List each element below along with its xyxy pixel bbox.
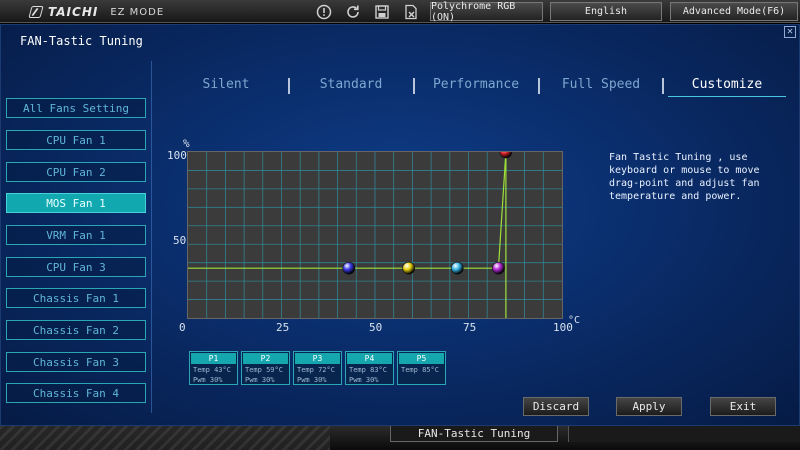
tab-full-speed[interactable]: Full Speed [551, 77, 651, 95]
tab-silent[interactable]: Silent [186, 77, 266, 95]
point-box-temp: Temp 72°C [297, 366, 335, 374]
tab-performance[interactable]: Performance [426, 77, 526, 95]
exit-button[interactable]: Exit [710, 397, 776, 416]
x-tick-label: 0 [179, 321, 186, 334]
drag-point-p1[interactable] [342, 261, 356, 275]
fan-item-cpu-fan-1[interactable]: CPU Fan 1 [6, 130, 146, 150]
apply-button[interactable]: Apply [616, 397, 682, 416]
tab-separator [288, 78, 290, 94]
drag-point-p4[interactable] [492, 261, 505, 275]
tab-separator [538, 78, 540, 94]
point-box-pwm: Pwm 30% [245, 376, 275, 384]
x-tick-label: 75 [463, 321, 477, 334]
drag-point-p2[interactable] [402, 261, 415, 275]
active-tab-underline [668, 96, 786, 97]
point-box-title: P3 [295, 353, 340, 364]
fan-item-cpu-fan-2[interactable]: CPU Fan 2 [6, 162, 146, 182]
bottom-section-label: FAN-Tastic Tuning [390, 426, 558, 442]
point-box-title: P5 [399, 353, 444, 364]
x-tick-label: 50 [369, 321, 383, 334]
brand-name: TAICHI [48, 5, 99, 19]
point-box-p1: P1 Temp 43°C Pwm 30% [189, 351, 238, 385]
fan-item-cpu-fan-3[interactable]: CPU Fan 3 [6, 257, 146, 277]
fan-item-mos-fan-1[interactable]: MOS Fan 1 [6, 193, 146, 213]
point-box-title: P1 [191, 353, 236, 364]
point-box-p2: P2 Temp 59°C Pwm 30% [241, 351, 290, 385]
point-box-temp: Temp 85°C [401, 366, 439, 374]
x-tick-label: 25 [276, 321, 290, 334]
tab-standard[interactable]: Standard [306, 77, 396, 95]
y-tick-label: 50 [173, 234, 187, 247]
top-bar: TAICHI EZ MODE Polychrome RGB (ON) Engli… [0, 0, 800, 23]
fan-item-all-fans[interactable]: All Fans Setting [6, 98, 146, 118]
mode-label: EZ MODE [110, 6, 165, 18]
fan-item-chassis-fan-2[interactable]: Chassis Fan 2 [6, 320, 146, 340]
point-box-p4: P4 Temp 83°C Pwm 30% [345, 351, 394, 385]
fan-curve-svg[interactable] [188, 145, 562, 318]
y-tick-label: 100 [167, 149, 187, 162]
bottom-bar: FAN-Tastic Tuning [0, 426, 800, 450]
tab-separator [413, 78, 415, 94]
info-icon[interactable] [315, 3, 333, 21]
point-box-title: P2 [243, 353, 288, 364]
point-box-temp: Temp 83°C [349, 366, 387, 374]
fan-item-vrm-fan-1[interactable]: VRM Fan 1 [6, 225, 146, 245]
drag-point-p5[interactable] [499, 145, 513, 159]
point-box-pwm: Pwm 30% [193, 376, 223, 384]
point-box-p3: P3 Temp 72°C Pwm 30% [293, 351, 342, 385]
fan-curve-line [188, 151, 507, 269]
save-icon[interactable] [373, 3, 391, 21]
fan-item-chassis-fan-4[interactable]: Chassis Fan 4 [6, 383, 146, 403]
point-box-pwm: Pwm 30% [349, 376, 379, 384]
decorative-pattern [0, 426, 330, 450]
point-box-pwm: Pwm 30% [297, 376, 327, 384]
fan-tuning-panel: FAN-Tastic Tuning ✕ All Fans Setting CPU… [0, 24, 800, 426]
drag-point-p3[interactable] [450, 261, 464, 275]
brand-mark-icon [28, 6, 44, 18]
tab-separator [662, 78, 664, 94]
point-box-temp: Temp 59°C [245, 366, 283, 374]
fan-item-chassis-fan-3[interactable]: Chassis Fan 3 [6, 352, 146, 372]
logo: TAICHI EZ MODE [28, 4, 165, 20]
tab-customize[interactable]: Customize [671, 77, 783, 95]
point-box-title: P4 [347, 353, 392, 364]
refresh-icon[interactable] [344, 3, 362, 21]
discard-file-icon[interactable] [402, 3, 420, 21]
advanced-mode-button[interactable]: Advanced Mode(F6) [670, 2, 798, 21]
language-button[interactable]: English [550, 2, 662, 21]
close-icon[interactable]: ✕ [784, 26, 796, 38]
polychrome-rgb-button[interactable]: Polychrome RGB (ON) [430, 1, 543, 23]
sidebar-divider [151, 61, 152, 413]
x-axis-unit: °C [568, 315, 581, 326]
panel-title: FAN-Tastic Tuning [20, 34, 143, 48]
point-box-p5: P5 Temp 85°C [397, 351, 446, 385]
bottom-status-field [568, 426, 800, 442]
discard-button[interactable]: Discard [523, 397, 589, 416]
point-box-temp: Temp 43°C [193, 366, 231, 374]
fan-curve-graph[interactable] [187, 145, 563, 319]
help-text: Fan Tastic Tuning , use keyboard or mous… [609, 152, 760, 202]
fan-item-chassis-fan-1[interactable]: Chassis Fan 1 [6, 288, 146, 308]
